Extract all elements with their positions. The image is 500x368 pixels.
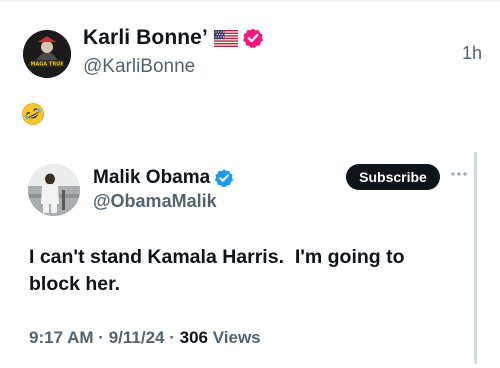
verified-badge-icon[interactable] bbox=[242, 27, 264, 49]
post-time[interactable]: 9:17 AM bbox=[29, 328, 94, 347]
avatar[interactable]: MAGA TRUE bbox=[23, 30, 71, 78]
verified-badge-icon[interactable] bbox=[214, 168, 234, 188]
rofl-emoji-icon bbox=[22, 103, 44, 125]
handle[interactable]: @KarliBonne bbox=[83, 56, 195, 78]
quoted-display-name-text[interactable]: Malik Obama bbox=[93, 167, 210, 189]
divider bbox=[0, 0, 500, 2]
post-page: MAGA TRUE Karli Bonne’ @KarliBonne 1h Ma… bbox=[0, 0, 500, 368]
timestamp[interactable]: 1h bbox=[462, 43, 482, 64]
quoted-display-name[interactable]: Malik Obama bbox=[93, 167, 234, 189]
post-meta: 9:17 AM · 9/11/24 · 306 Views bbox=[29, 328, 261, 348]
subscribe-button[interactable]: Subscribe bbox=[346, 164, 440, 190]
meta-separator: · bbox=[98, 328, 104, 347]
meta-separator: · bbox=[169, 328, 175, 347]
quoted-handle[interactable]: @ObamaMalik bbox=[93, 191, 217, 212]
quoted-tweet-text: I can't stand Kamala Harris. I'm going t… bbox=[29, 246, 410, 295]
quoted-avatar[interactable] bbox=[28, 164, 80, 216]
avatar-text: MAGA TRUE bbox=[30, 62, 64, 68]
views-label: Views bbox=[212, 328, 261, 347]
us-flag-icon bbox=[213, 29, 238, 47]
display-name-text[interactable]: Karli Bonne’ bbox=[83, 26, 208, 50]
quote-card-border bbox=[474, 152, 477, 364]
views-count[interactable]: 306 bbox=[180, 328, 208, 347]
display-name[interactable]: Karli Bonne’ bbox=[83, 26, 264, 50]
post-date[interactable]: 9/11/24 bbox=[109, 328, 165, 347]
more-dots-icon[interactable] bbox=[450, 171, 468, 177]
